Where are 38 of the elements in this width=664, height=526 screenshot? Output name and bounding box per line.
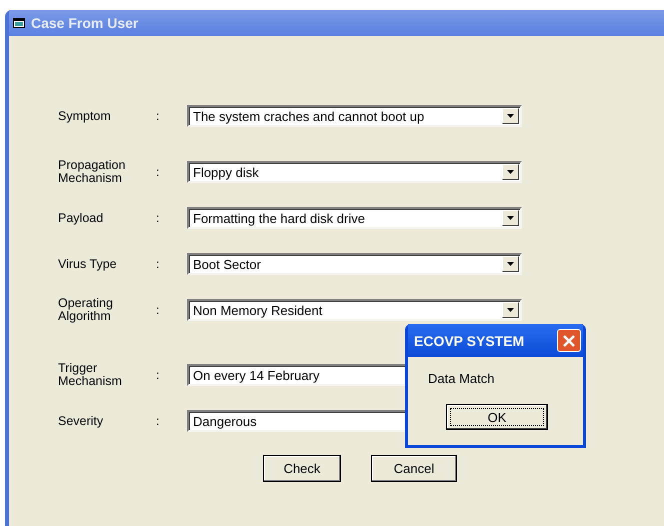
caret-icon [507,114,514,118]
dropdown-field[interactable]: Formatting the hard disk drive [187,207,522,229]
colon: : [156,211,160,225]
cancel-button[interactable]: Cancel [371,455,457,482]
window-icon [13,18,25,28]
caret-icon [507,216,514,220]
dropdown-field[interactable]: Boot Sector [187,253,522,275]
colon: : [156,414,160,428]
close-button[interactable] [557,329,581,352]
ok-button[interactable]: OK [446,404,548,430]
dropdown-button[interactable] [502,164,519,180]
caret-icon [507,262,514,266]
dropdown-field[interactable]: Floppy disk [187,161,522,183]
dropdown-field[interactable]: The system craches and cannot boot up [187,105,522,127]
dialog-message: Data Match [428,371,496,386]
field-label: Trigger Mechanism [58,362,123,388]
dropdown-button[interactable] [502,256,519,272]
dropdown-button[interactable] [502,302,519,318]
dropdown-button[interactable] [502,210,519,226]
colon: : [156,257,160,271]
check-button[interactable]: Check [263,455,341,482]
colon: : [156,109,160,123]
colon: : [156,368,160,382]
field-label: Payload [58,212,104,224]
field-label: Symptom [58,110,112,122]
window-title: Case From User [31,15,138,31]
field-label: Operating Algorithm [58,297,114,323]
dropdown-button[interactable] [502,108,519,124]
dialog-title: ECOVP SYSTEM [414,332,524,348]
caret-icon [507,308,514,312]
close-icon [563,334,575,346]
field-label: Virus Type [58,258,118,270]
field-label: Propagation Mechanism [58,159,126,185]
colon: : [156,303,160,317]
caret-icon [507,170,514,174]
dropdown-field[interactable]: Non Memory Resident [187,299,522,321]
colon: : [156,165,160,179]
field-label: Severity [58,414,104,428]
